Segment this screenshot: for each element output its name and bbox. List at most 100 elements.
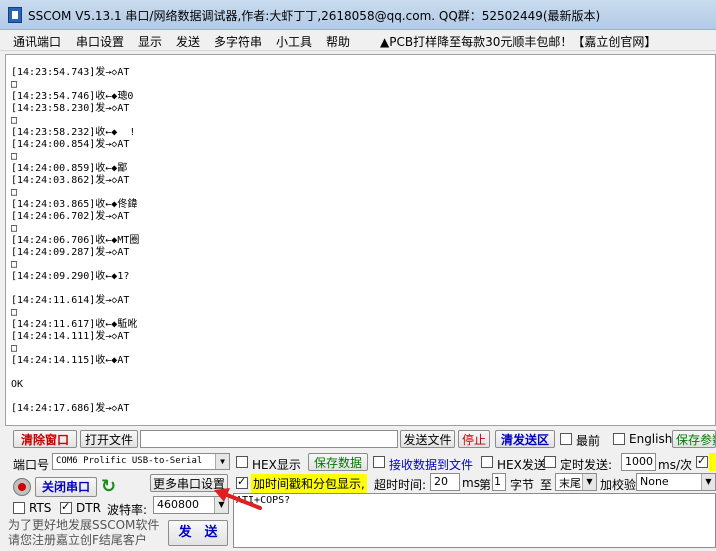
recv-to-file-label: 接收数据到文件 bbox=[389, 458, 474, 472]
hex-display-label: HEX显示 bbox=[252, 458, 301, 472]
to-label: 至 bbox=[540, 478, 553, 492]
log-line: [14:24:09.287]发→◇AT bbox=[11, 247, 130, 258]
log-line: [14:24:06.702]发→◇AT bbox=[11, 211, 130, 222]
rts-label: RTS bbox=[29, 501, 52, 515]
port-select-value: COM6 Prolific USB-to-Serial bbox=[56, 456, 203, 466]
newline-label-highlight bbox=[709, 453, 716, 471]
dtr-label: DTR bbox=[76, 501, 101, 515]
chevron-down-icon: ▼ bbox=[215, 454, 229, 469]
byte-label-prefix: 第 bbox=[479, 478, 492, 492]
send-file-button[interactable]: 发送文件 bbox=[400, 430, 455, 448]
checksum-select[interactable]: None ▼ bbox=[636, 473, 716, 491]
topmost-label: 最前 bbox=[576, 434, 601, 448]
log-line: [14:24:09.290]收←◆1? bbox=[11, 271, 130, 282]
timestamp-label: 加时间戳和分包显示, bbox=[251, 474, 367, 493]
timeout-label: 超时时间: bbox=[374, 478, 427, 492]
baud-label: 波特率: bbox=[107, 503, 148, 517]
log-line: [14:24:03.862]发→◇AT bbox=[11, 175, 130, 186]
byte-index-input[interactable]: 1 bbox=[492, 473, 506, 491]
send-button[interactable]: 发 送 bbox=[168, 520, 228, 546]
hex-send-checkbox[interactable] bbox=[481, 456, 493, 468]
promo-line-1: 为了更好地发展SSCOM软件 bbox=[8, 518, 160, 532]
clear-send-button[interactable]: 清发送区 bbox=[495, 430, 555, 448]
log-line: [14:24:14.111]发→◇AT bbox=[11, 331, 130, 342]
menu-ad-link[interactable]: ▲PCB打样降至每款30元顺丰包邮！【嘉立创官网】 bbox=[380, 33, 656, 50]
dtr-checkbox[interactable] bbox=[60, 500, 72, 514]
timeout-input[interactable]: 20 bbox=[430, 473, 460, 491]
app-icon bbox=[8, 7, 22, 23]
log-line: [14:24:14.115]收←◆AT bbox=[11, 355, 130, 366]
menu-serial-settings[interactable]: 串口设置 bbox=[76, 33, 124, 50]
newline-checkbox[interactable] bbox=[696, 454, 708, 468]
menu-send[interactable]: 发送 bbox=[176, 33, 200, 50]
close-port-button[interactable]: 关闭串口 bbox=[35, 477, 97, 497]
send-textarea[interactable]: ATI+COPS? bbox=[233, 493, 716, 548]
menu-multi-string[interactable]: 多字符串 bbox=[214, 33, 262, 50]
recv-to-file-checkbox[interactable] bbox=[373, 456, 385, 468]
checksum-label: 加校验 bbox=[600, 478, 637, 492]
stop-button[interactable]: 停止 bbox=[458, 430, 490, 448]
log-line: □ bbox=[11, 223, 18, 234]
rts-checkbox[interactable] bbox=[13, 502, 25, 514]
save-params-button[interactable]: 保存参数 bbox=[672, 430, 716, 448]
promo-line-2: 请您注册嘉立创F结尾客户 bbox=[8, 533, 147, 547]
end-select-value: 末尾 bbox=[559, 477, 581, 490]
log-line: [14:23:58.232]收←◆ ! bbox=[11, 127, 136, 138]
open-file-button[interactable]: 打开文件 bbox=[80, 430, 138, 448]
log-line: [14:24:03.865]收←◆佟鍏 bbox=[11, 199, 138, 210]
timed-send-checkbox[interactable] bbox=[544, 456, 556, 468]
promo-text[interactable]: 为了更好地发展SSCOM软件 请您注册嘉立创F结尾客户 bbox=[8, 518, 159, 548]
chevron-down-icon: ▼ bbox=[701, 474, 715, 490]
log-line: [14:23:54.743]发→◇AT bbox=[11, 67, 130, 78]
log-line: □ bbox=[11, 79, 18, 90]
log-line: □ bbox=[11, 151, 18, 162]
log-line: [14:24:00.854]发→◇AT bbox=[11, 139, 130, 150]
log-line: [14:24:17.686]发→◇AT bbox=[11, 403, 130, 414]
hex-display-checkbox[interactable] bbox=[236, 456, 248, 468]
log-line: [14:24:11.614]发→◇AT bbox=[11, 295, 130, 306]
hex-send-label: HEX发送 bbox=[497, 458, 546, 472]
timeout-unit-label: ms bbox=[462, 476, 480, 490]
menu-bar: 通讯端口 串口设置 显示 发送 多字符串 小工具 帮助 ▲PCB打样降至每款30… bbox=[0, 30, 716, 51]
topmost-checkbox[interactable] bbox=[560, 433, 572, 445]
log-line: □ bbox=[11, 259, 18, 270]
log-line: □ bbox=[11, 187, 18, 198]
interval-input[interactable]: 1000 bbox=[621, 453, 656, 471]
byte-label-suffix: 字节 bbox=[510, 478, 535, 492]
receive-area[interactable]: [14:23:54.743]发→◇AT □ [14:23:54.746]收←◆璁0[… bbox=[5, 54, 716, 426]
annotation-arrow-icon bbox=[214, 488, 262, 510]
menu-tools[interactable]: 小工具 bbox=[276, 33, 312, 50]
red-light-icon bbox=[18, 483, 26, 491]
chevron-down-icon: ▼ bbox=[582, 474, 596, 490]
log-line: [14:24:00.859]收←◆鄙 bbox=[11, 163, 128, 174]
log-line: □ bbox=[11, 343, 18, 354]
checksum-select-value: None bbox=[640, 475, 669, 488]
log-line: [14:23:54.746]收←◆璁0 bbox=[11, 91, 134, 102]
refresh-icon[interactable]: ↻ bbox=[101, 477, 119, 497]
menu-display[interactable]: 显示 bbox=[138, 33, 162, 50]
end-select[interactable]: 末尾 ▼ bbox=[555, 473, 597, 491]
clear-window-button[interactable]: 清除窗口 bbox=[13, 430, 77, 448]
log-line: [14:24:11.617]收←◆駈吪 bbox=[11, 319, 138, 330]
log-line: OK bbox=[11, 379, 24, 390]
file-path-field[interactable] bbox=[140, 430, 398, 448]
port-select[interactable]: COM6 Prolific USB-to-Serial ▼ bbox=[52, 453, 230, 470]
timed-send-label: 定时发送: bbox=[560, 458, 613, 472]
log-line: □ bbox=[11, 115, 18, 126]
english-label: English bbox=[629, 432, 673, 446]
port-label: 端口号 bbox=[13, 458, 50, 472]
receive-log: [14:23:54.743]发→◇AT □ [14:23:54.746]收←◆璁0[… bbox=[11, 67, 139, 415]
menu-comm-port[interactable]: 通讯端口 bbox=[13, 33, 61, 50]
log-line: □ bbox=[11, 307, 18, 318]
title-bar: SSCOM V5.13.1 串口/网络数据调试器,作者:大虾丁丁,2618058… bbox=[0, 0, 716, 30]
log-line: [14:24:06.706]收←◆MT圈 bbox=[11, 235, 140, 246]
menu-help[interactable]: 帮助 bbox=[326, 33, 350, 50]
port-status-indicator bbox=[13, 478, 31, 496]
window-title: SSCOM V5.13.1 串口/网络数据调试器,作者:大虾丁丁,2618058… bbox=[28, 9, 601, 23]
english-checkbox[interactable] bbox=[613, 433, 625, 445]
log-line: [14:23:58.230]发→◇AT bbox=[11, 103, 130, 114]
save-data-button[interactable]: 保存数据 bbox=[308, 453, 368, 471]
